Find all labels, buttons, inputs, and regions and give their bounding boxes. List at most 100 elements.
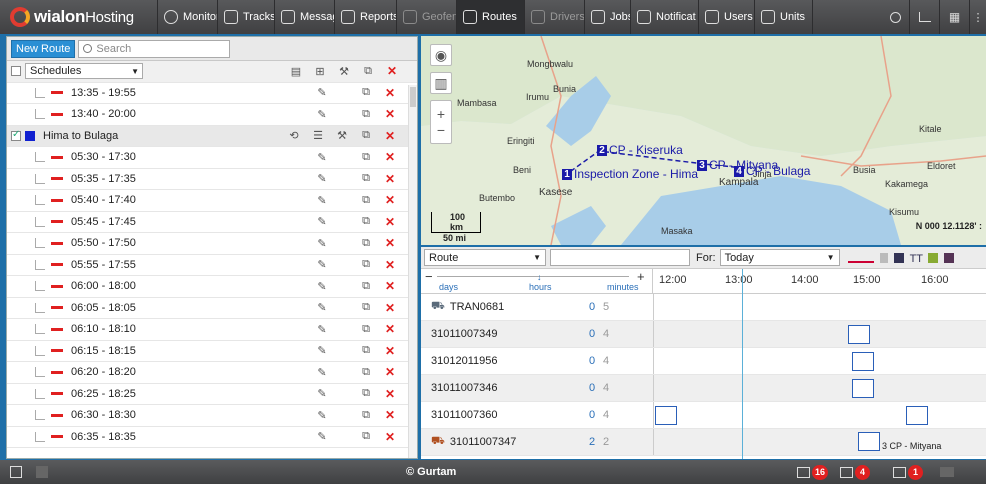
copy-icon[interactable]: ⧉ [359,258,373,271]
timeline-row[interactable]: 31011007349 0 4 [421,321,986,348]
delete-icon[interactable]: ✕ [383,344,397,358]
copy-icon[interactable]: ⧉ [359,237,373,250]
delete-icon[interactable]: ✕ [383,193,397,207]
nav-users[interactable]: Users [699,0,755,34]
timeline-row[interactable]: 31011007360 0 4 [421,402,986,429]
timeline-row[interactable]: 31011007346 0 4 [421,375,986,402]
timeline-track[interactable] [653,321,986,347]
delete-icon[interactable]: ✕ [383,172,397,186]
checkpoint-marker[interactable]: 1 Inspection Zone - Hima [562,167,698,181]
zoom-out-icon[interactable]: − [425,269,433,284]
nav-units[interactable]: Units [755,0,813,34]
timeline-track[interactable] [653,348,986,374]
route-search-input[interactable]: Search [78,39,231,58]
text-icon[interactable] [893,252,904,263]
timeline-row[interactable]: ⛟ 31011007347 2 2 3 CP - Mityana [421,429,986,456]
zoom-out-icon[interactable]: − [437,122,445,138]
calendar-icon[interactable]: ▤ [289,65,303,78]
timeline-track[interactable]: 3 CP - Mityana [653,429,986,455]
schedule-row[interactable]: 05:55 - 17:55 ✎ ⧉ ✕ [7,255,417,276]
delete-icon[interactable]: ✕ [383,365,397,379]
zoom-thumb[interactable]: ↓ [537,272,542,282]
split-icon[interactable] [927,252,938,263]
search-nav-button[interactable] [882,0,910,34]
timeline-type-select[interactable]: Route ▼ [424,249,546,266]
delete-icon[interactable]: ✕ [383,387,397,401]
delete-icon[interactable]: ✕ [383,150,397,164]
messages-indicator[interactable]: 16 [797,464,829,480]
delete-icon[interactable]: ✕ [383,430,397,444]
track-line-icon[interactable] [847,253,874,263]
schedule-row[interactable]: 06:25 - 18:25 ✎ ⧉ ✕ [7,384,417,405]
checkpoint-marker[interactable]: 4 CP - Bulaga [734,164,810,178]
copy-icon[interactable]: ⧉ [359,387,373,400]
delete-icon[interactable]: ✕ [383,258,397,272]
schedule-row[interactable]: 06:00 - 18:00 ✎ ⧉ ✕ [7,276,417,298]
map-layers-icon[interactable]: ▥ [430,72,452,94]
nav-reports[interactable]: Reports [335,0,397,34]
delete-icon[interactable]: ✕ [383,301,397,315]
panel-toggle-icon[interactable] [10,466,22,478]
edit-icon[interactable]: ✎ [315,366,329,379]
copy-icon[interactable]: ⧉ [359,194,373,207]
edit-icon[interactable]: ✎ [315,258,329,271]
trip-block[interactable] [858,432,880,451]
copy-icon[interactable]: ⧉ [359,215,373,228]
list-scrollbar[interactable] [408,85,417,458]
timeline-track[interactable] [653,402,986,428]
stop-icon[interactable] [879,252,888,263]
schedule-row[interactable]: 13:40 - 20:00 ✎ ⧉ ✕ [7,104,417,126]
edit-icon[interactable]: ✎ [315,215,329,228]
grid-icon[interactable] [36,466,48,478]
edit-icon[interactable]: ✎ [315,301,329,314]
apps-nav-button[interactable]: ▦ [940,0,970,34]
copy-icon[interactable]: ⧉ [359,344,373,357]
edit-icon[interactable]: ✎ [315,237,329,250]
trip-block[interactable] [906,406,928,425]
copy-icon[interactable]: ⧉ [359,366,373,379]
edit-icon[interactable]: ✎ [315,108,329,121]
copy-icon[interactable]: ⧉ [359,86,373,99]
map-view[interactable]: ◉ ▥ + − Mongbwalu Irumu Bunia Mambasa Eri… [421,36,986,245]
edit-icon[interactable]: ✎ [315,387,329,400]
eye-icon[interactable]: ◉ [430,44,452,66]
nav-drivers[interactable]: Drivers [525,0,585,34]
route-checkbox[interactable] [11,129,21,141]
schedule-row[interactable]: 06:15 - 18:15 ✎ ⧉ ✕ [7,341,417,362]
edit-icon[interactable]: ✎ [315,172,329,185]
wrench-icon[interactable]: ⚒ [335,129,349,142]
history-icon[interactable]: ⟲ [287,129,301,142]
timeline-track[interactable] [653,294,986,320]
table-icon[interactable]: ⊞ [313,65,327,78]
timeline-row[interactable]: ⛟ TRAN0681 0 5 [421,294,986,321]
delete-icon[interactable]: ✕ [383,107,397,121]
timeline-row[interactable]: 31012011956 0 4 [421,348,986,375]
select-all-checkbox[interactable] [11,66,21,77]
scroll-thumb[interactable] [410,87,416,107]
schedule-row[interactable]: 06:05 - 18:05 ✎ ⧉ ✕ [7,298,417,319]
delete-icon[interactable]: ✕ [383,215,397,229]
layout-icon[interactable] [940,467,954,477]
nav-notificat[interactable]: Notificat [631,0,699,34]
copy-icon[interactable]: ⧉ [359,430,373,443]
delete-icon[interactable]: ✕ [383,322,397,336]
delete-icon[interactable]: ✕ [383,129,397,143]
nav-messag[interactable]: Messag [275,0,335,34]
delete-icon[interactable]: ✕ [383,236,397,250]
trip-block[interactable] [848,325,870,344]
edit-icon[interactable]: ✎ [315,151,329,164]
copy-icon[interactable]: ⧉ [361,65,375,78]
schedules-select[interactable]: Schedules ▼ [25,63,143,80]
edit-icon[interactable]: ✎ [315,323,329,336]
schedule-row[interactable]: 05:30 - 17:30 ✎ ⧉ ✕ [7,147,417,169]
period-select[interactable]: Today ▼ [719,249,840,266]
edit-icon[interactable]: ✎ [315,430,329,443]
checkpoint-marker[interactable]: 2 CP - Kiseruka [597,143,683,157]
chart-icon[interactable] [943,252,954,263]
schedule-row[interactable]: 06:30 - 18:30 ✎ ⧉ ✕ [7,405,417,427]
edit-icon[interactable]: ✎ [315,194,329,207]
trip-block[interactable] [655,406,677,425]
copy-icon[interactable]: ⧉ [359,301,373,314]
schedule-row[interactable]: 06:20 - 18:20 ✎ ⧉ ✕ [7,362,417,384]
nav-jobs[interactable]: Jobs [585,0,631,34]
